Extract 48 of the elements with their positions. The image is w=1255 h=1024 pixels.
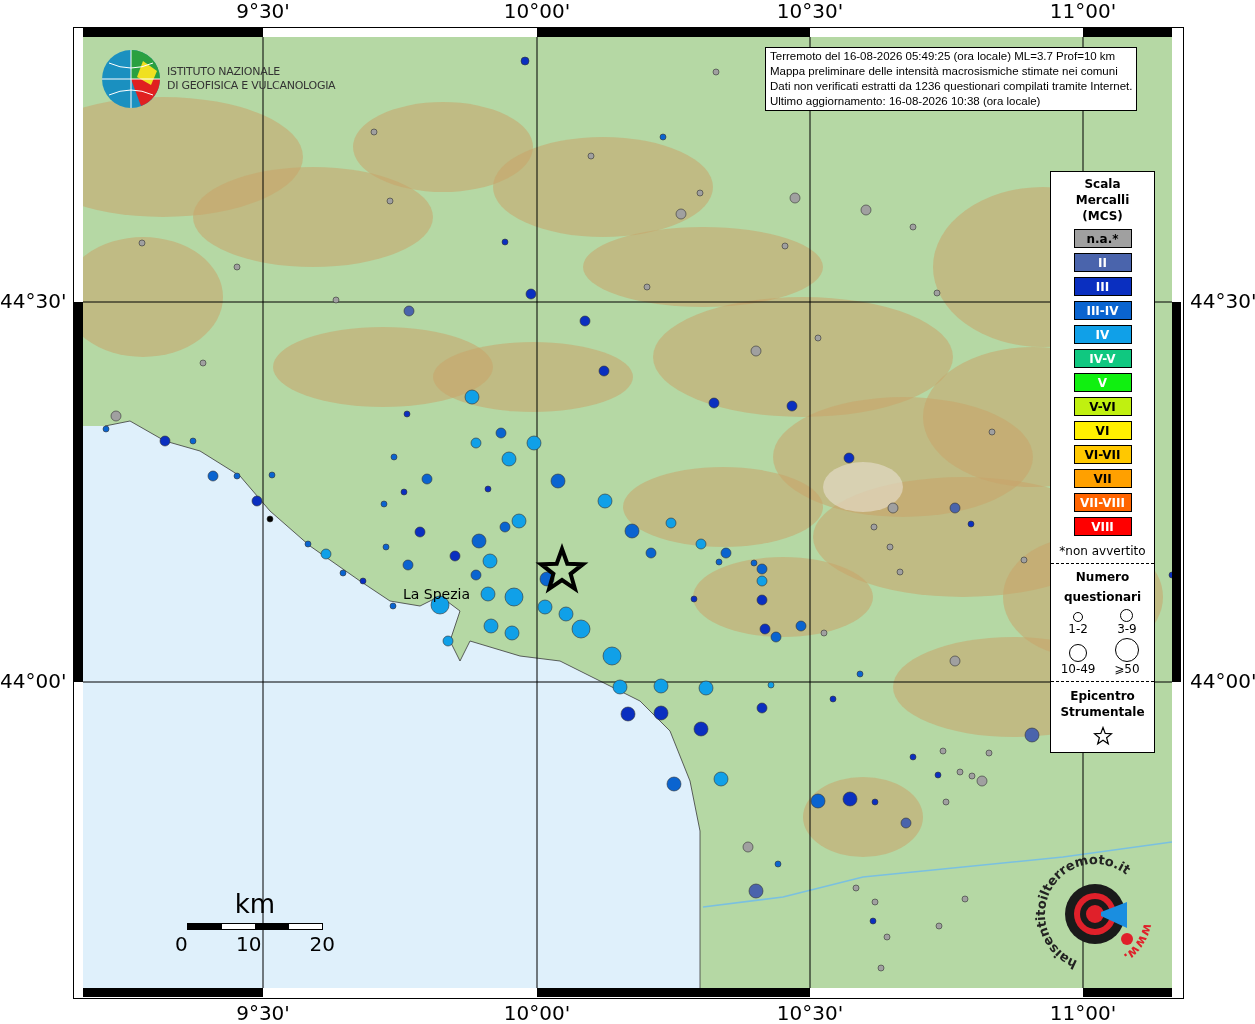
latitude-label: 44°30' [1190,290,1255,312]
longitude-label: 9°30' [236,1002,290,1024]
star-icon [1092,726,1113,746]
scale-unit: km [234,889,276,919]
legend-title: Numero [1075,569,1130,586]
header-text: Ultimo aggiornamento: 16-08-2026 10:38 (ora locale) [770,94,1042,109]
intensity-swatch: IV [1073,325,1132,344]
longitude-label: 10°00' [503,1002,571,1024]
longitude-label: 10°00' [503,0,571,22]
scale-tick-label: 20 [309,932,335,956]
latitude-label: 44°00' [0,670,67,692]
intensity-swatch: V-VI [1073,397,1132,416]
latitude-label: 44°00' [1190,670,1255,692]
intensity-swatch: VII [1073,469,1132,488]
longitude-label: 11°00' [1049,1002,1117,1024]
header-text: Mappa preliminare delle intensità macrosismiche stimate nei comuni [770,64,1119,79]
globe-icon [101,49,161,109]
legend-title: questionari [1063,589,1142,606]
intensity-swatch: VIII [1073,517,1132,536]
intensity-swatch: III [1073,277,1132,296]
place-label: La Spezia [403,586,471,602]
legend-title: Epicentro [1070,688,1135,704]
intensity-swatch: VII-VIII [1073,493,1132,512]
legend-title: Scala [1084,176,1121,192]
count-label: ⩾50 [1114,662,1140,676]
count-label: 3-9 [1117,622,1137,636]
intensity-swatch: V [1073,373,1132,392]
count-label: 1-2 [1068,622,1088,636]
count-label: 10-49 [1060,662,1096,676]
header-text: Terremoto del 16-08-2026 05:49:25 (ora locale) ML=3.7 Prof=10 km [770,49,1117,64]
intensity-swatch: VI [1073,421,1132,440]
longitude-label: 11°00' [1049,0,1117,22]
legend-title: (MCS) [1082,208,1123,224]
intensity-swatch: III-IV [1073,301,1132,320]
legend-title: Mercalli [1075,192,1130,208]
legend-footnote: *non avvertito [1059,543,1146,559]
intensity-swatch: n.a.* [1073,229,1132,248]
intensity-swatch: VI-VII [1073,445,1132,464]
header-text: Dati non verificati estratti da 1236 questionari compilati tramite Internet. [770,79,1133,94]
intensity-swatch: IV-V [1073,349,1132,368]
longitude-label: 10°30' [776,0,844,22]
intensity-swatch: II [1073,253,1132,272]
latitude-label: 44°30' [0,290,67,312]
longitude-label: 10°30' [776,1002,844,1024]
longitude-label: 9°30' [236,0,290,22]
legend-title: Strumentale [1060,704,1145,720]
scale-tick-label: 10 [235,932,262,956]
scale-tick-label: 0 [175,932,188,956]
